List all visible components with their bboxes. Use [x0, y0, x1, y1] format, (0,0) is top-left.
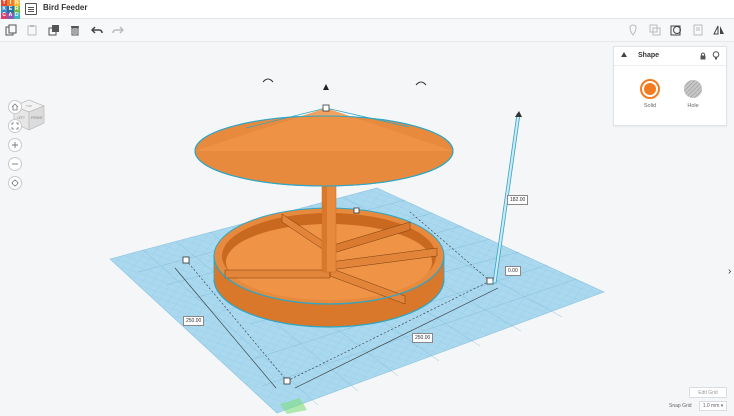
- orthographic-icon[interactable]: [8, 176, 22, 190]
- panel-toggle-icon[interactable]: ›: [728, 266, 734, 278]
- rotate-handle-right: [415, 81, 427, 86]
- viewcube-top-label: TOP: [26, 104, 32, 108]
- duplicate-icon[interactable]: [47, 23, 61, 37]
- viewcube-front-label: FRONT: [31, 116, 43, 120]
- home-icon[interactable]: [8, 100, 22, 114]
- copy-icon[interactable]: [4, 23, 18, 37]
- hole-label: Hole: [687, 103, 699, 109]
- width-dimension[interactable]: 250.00: [183, 316, 205, 326]
- height-dimension[interactable]: 182.00: [507, 195, 529, 205]
- edit-grid-button[interactable]: Edit Grid: [689, 387, 727, 398]
- hole-button[interactable]: [683, 79, 703, 99]
- hole-swatch: [684, 80, 702, 98]
- solid-swatch: [644, 83, 656, 95]
- solid-label: Solid: [643, 103, 657, 109]
- cone-handle-arrow: [323, 84, 329, 90]
- tinkercad-app: TINKERCAD Bird Feeder 182.00 0.00 250.00…: [0, 0, 734, 416]
- toolbar: [0, 19, 734, 42]
- collapse-icon[interactable]: [621, 52, 627, 57]
- mirror-icon[interactable]: [712, 23, 726, 37]
- design-title[interactable]: Bird Feeder: [43, 3, 87, 12]
- tinkercad-logo[interactable]: TINKERCAD: [1, 0, 20, 19]
- notes-icon[interactable]: [691, 23, 705, 37]
- note-icon[interactable]: [626, 23, 640, 37]
- rotate-handle-left: [262, 78, 274, 83]
- fit-icon[interactable]: [8, 119, 22, 133]
- zoom-out-icon[interactable]: [8, 157, 22, 171]
- redo-icon[interactable]: [111, 23, 125, 37]
- delete-icon[interactable]: [68, 23, 82, 37]
- depth-dimension[interactable]: 250.00: [412, 333, 434, 343]
- elevation-dimension[interactable]: 0.00: [505, 266, 521, 276]
- align-icon[interactable]: [669, 23, 683, 37]
- shape-panel-title: Shape: [638, 52, 660, 59]
- divider-left: [224, 269, 331, 279]
- shape-panel-header: Shape: [614, 47, 726, 66]
- title-bar: TINKERCAD Bird Feeder: [0, 0, 734, 19]
- group-icon[interactable]: [648, 23, 662, 37]
- snap-grid-select[interactable]: 1.0 mm ▾: [699, 401, 727, 411]
- light-bulb-icon[interactable]: [712, 51, 720, 60]
- zoom-in-icon[interactable]: [8, 138, 22, 152]
- paste-icon[interactable]: [25, 23, 39, 37]
- lock-icon[interactable]: [699, 52, 707, 60]
- design-menu-button[interactable]: [25, 3, 37, 15]
- solid-button[interactable]: [640, 79, 660, 99]
- undo-icon[interactable]: [90, 23, 104, 37]
- snap-grid-label: Snap Grid: [669, 403, 692, 409]
- shape-panel: Shape Solid Hole: [613, 46, 727, 126]
